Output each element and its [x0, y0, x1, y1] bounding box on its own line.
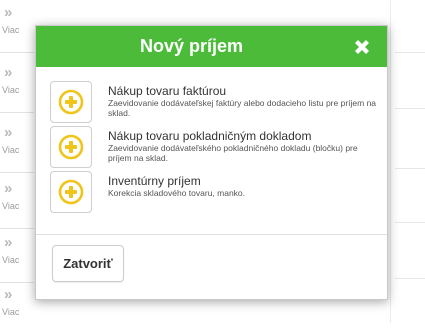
- chevron-right-icon: »: [4, 124, 13, 141]
- divider: [395, 222, 425, 223]
- add-cash-receipt-purchase-button[interactable]: [50, 126, 92, 168]
- background-item[interactable]: » Viac: [0, 230, 34, 283]
- divider: [395, 168, 425, 169]
- background-item[interactable]: » Viac: [0, 60, 34, 113]
- option-description: Zaevidovanie dodávateľskej faktúry alebo…: [108, 98, 377, 118]
- option-title: Nákup tovaru pokladničným dokladom: [108, 129, 312, 143]
- plus-circle-icon: [58, 89, 84, 115]
- option-inventory-receipt[interactable]: Inventúrny príjem Korekcia skladového to…: [50, 171, 380, 213]
- background-item[interactable]: » Viac: [0, 282, 34, 334]
- background-item[interactable]: » Viac: [0, 0, 34, 53]
- chevron-right-icon: »: [4, 180, 13, 197]
- chevron-right-icon: »: [4, 234, 13, 251]
- option-title: Nákup tovaru faktúrou: [108, 84, 227, 98]
- background-right-column: [390, 0, 425, 323]
- close-button[interactable]: Zatvoriť: [52, 245, 124, 282]
- option-cash-receipt-purchase[interactable]: Nákup tovaru pokladničným dokladom Zaevi…: [50, 126, 380, 168]
- dialog-title: Nový príjem: [139, 36, 244, 56]
- add-invoice-purchase-button[interactable]: [50, 81, 92, 123]
- option-description: Korekcia skladového tovaru, manko.: [108, 188, 246, 198]
- background-item-label: Viac: [2, 25, 20, 35]
- close-x-icon[interactable]: [351, 36, 373, 58]
- option-invoice-purchase[interactable]: Nákup tovaru faktúrou Zaevidovanie dodáv…: [50, 81, 380, 123]
- plus-circle-icon: [58, 134, 84, 160]
- background-item[interactable]: » Viac: [0, 176, 34, 229]
- chevron-right-icon: »: [4, 4, 13, 21]
- background-item[interactable]: » Viac: [0, 120, 34, 173]
- option-title: Inventúrny príjem: [108, 174, 201, 188]
- background-item-label: Viac: [2, 307, 20, 317]
- option-description: Zaevidovanie dodávateľského pokladničnéh…: [108, 143, 358, 163]
- background-item-label: Viac: [2, 85, 20, 95]
- add-inventory-receipt-button[interactable]: [50, 171, 92, 213]
- divider: [395, 278, 425, 279]
- divider: [36, 234, 387, 235]
- chevron-right-icon: »: [4, 64, 13, 81]
- chevron-right-icon: »: [4, 286, 13, 303]
- background-sidebar: » Viac » Viac » Viac » Viac » Viac » Via…: [0, 0, 40, 323]
- plus-circle-icon: [58, 179, 84, 205]
- divider: [395, 52, 425, 53]
- background-item-label: Viac: [2, 201, 20, 211]
- background-item-label: Viac: [2, 145, 20, 155]
- dialog-header: Nový príjem: [36, 26, 387, 67]
- new-receipt-dialog: Nový príjem Nákup tovaru faktúrou Zaevid…: [35, 25, 388, 300]
- divider: [395, 108, 425, 109]
- background-item-label: Viac: [2, 255, 20, 265]
